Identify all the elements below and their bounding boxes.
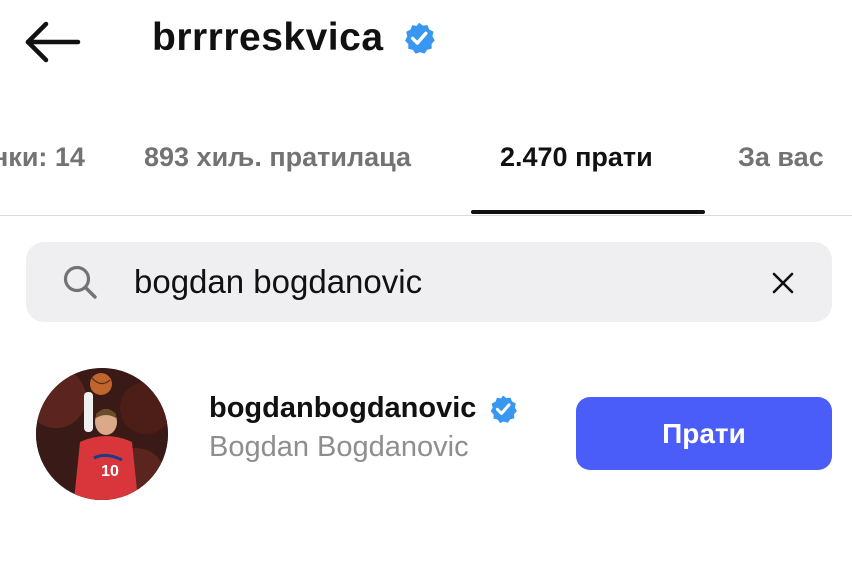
profile-header: brrrreskvica [0, 0, 852, 86]
profile-tabs: нки: 14 893 хиљ. пратилаца 2.470 прати З… [0, 124, 852, 216]
result-full-name: Bogdan Bogdanovic [209, 431, 469, 463]
list-item[interactable]: 10 bogdanbogdanovic Bogdan Bogdanovic Пр… [0, 360, 852, 510]
search-input[interactable] [134, 256, 754, 308]
active-tab-indicator [471, 210, 705, 214]
tab-followers[interactable]: 893 хиљ. пратилаца [144, 142, 411, 173]
tab-for-you[interactable]: За вас [738, 142, 824, 173]
verified-badge-icon [488, 394, 518, 424]
follow-button[interactable]: Прати [576, 397, 832, 470]
arrow-left-icon [25, 21, 81, 63]
back-button[interactable] [22, 18, 82, 66]
result-username-row: bogdanbogdanovic [209, 392, 518, 425]
profile-username: brrrreskvica [152, 16, 384, 59]
search-icon [60, 262, 100, 302]
profile-title: brrrreskvica [152, 16, 436, 60]
tab-following[interactable]: 2.470 прати [500, 142, 653, 173]
avatar[interactable]: 10 [36, 368, 168, 500]
result-username[interactable]: bogdanbogdanovic [209, 392, 476, 425]
verified-badge-icon [402, 21, 436, 55]
result-info: bogdanbogdanovic Bogdan Bogdanovic [209, 392, 518, 464]
search-bar [26, 242, 832, 322]
svg-text:10: 10 [101, 463, 119, 480]
close-icon[interactable] [766, 266, 800, 300]
tab-posts[interactable]: нки: 14 [0, 142, 85, 173]
